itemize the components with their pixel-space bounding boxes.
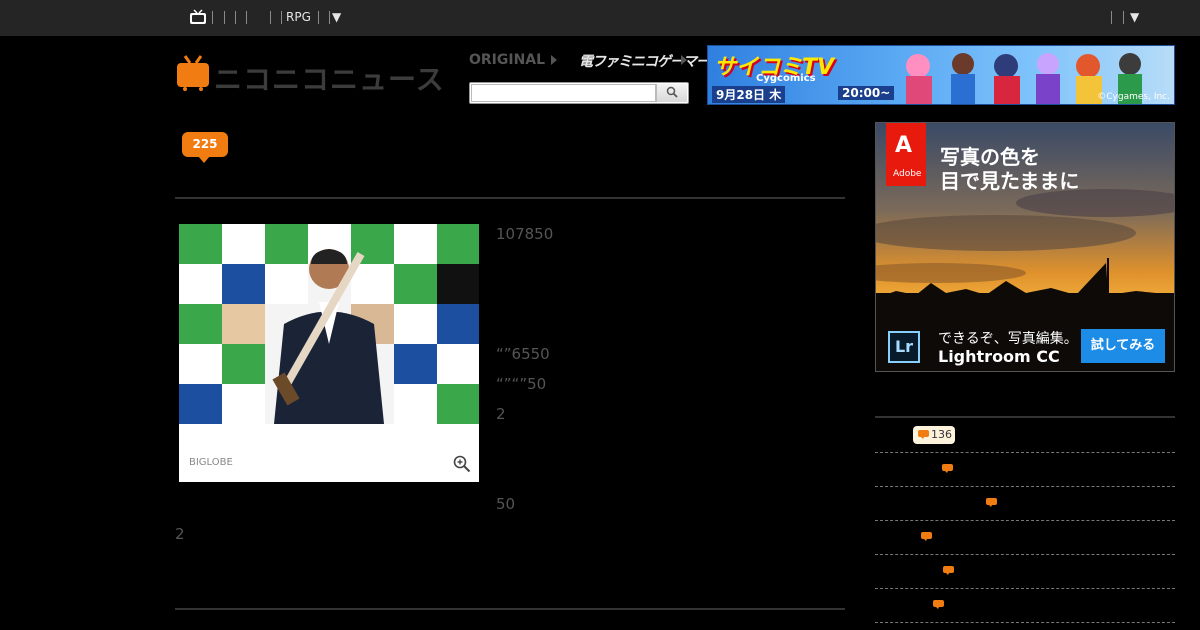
divider	[175, 197, 845, 199]
user-menu-dropdown[interactable]: ▼	[1130, 10, 1139, 24]
search-icon	[666, 86, 678, 98]
banner-time: 20:00~	[838, 86, 895, 100]
chevron-right-icon	[551, 55, 557, 65]
menu-divider	[1111, 11, 1112, 24]
menu-divider	[212, 11, 213, 24]
site-title: ニコニコニュース	[214, 63, 445, 96]
comment-bubble-icon	[918, 430, 929, 439]
search-button[interactable]	[656, 84, 687, 102]
ad-headline: 目で見たままに	[940, 169, 1080, 193]
banner-date: 9月28日 木	[712, 86, 786, 103]
ad-product-name: Lightroom CC	[938, 347, 1060, 366]
article-text-line: “”“”50	[496, 375, 547, 393]
try-it-button[interactable]: 試してみる	[1081, 329, 1165, 363]
menu-divider	[281, 11, 282, 24]
comment-bubble-icon[interactable]	[933, 600, 944, 609]
comment-count-badge[interactable]: 225	[182, 132, 228, 163]
comment-count-chip[interactable]: 136	[913, 426, 955, 444]
banner-subtitle: Cygcomics	[756, 73, 816, 84]
list-divider	[875, 520, 1175, 521]
niconico-news-logo[interactable]: ニコニコニュース	[176, 55, 444, 96]
list-divider	[875, 622, 1175, 623]
ad-tagline: できるぞ、写真編集。	[938, 331, 1078, 347]
niconico-tv-icon[interactable]	[189, 9, 207, 25]
zoom-in-icon[interactable]	[453, 455, 471, 473]
photo-credit: BIGLOBE	[189, 457, 233, 468]
list-divider	[875, 486, 1175, 487]
list-divider	[875, 452, 1175, 453]
nav-link-original[interactable]: ORIGINAL	[469, 52, 545, 68]
divider	[875, 416, 1175, 418]
menu-divider	[270, 11, 271, 24]
article-text-line: 2	[496, 405, 506, 423]
adobe-logo: A Adobe	[886, 123, 926, 186]
nav-link-denfamico-gamer[interactable]: 電ファミニコゲーマー	[579, 51, 710, 71]
comment-bubble-icon[interactable]	[943, 566, 954, 575]
menu-divider	[329, 11, 330, 24]
saikomi-tv-banner[interactable]: サイコミTV Cygcomics 9月28日 木 20:00~ ©Cygames…	[707, 45, 1175, 105]
list-divider	[875, 588, 1175, 589]
top-navigation-bar: RPG ▼ ▼	[0, 0, 1200, 36]
menu-divider	[224, 11, 225, 24]
lightroom-icon: Lr	[888, 331, 920, 363]
comment-bubble-icon[interactable]	[921, 532, 932, 541]
list-divider	[875, 554, 1175, 555]
divider	[175, 608, 845, 610]
article-photo	[179, 224, 479, 424]
menu-divider	[1123, 11, 1124, 24]
comment-bubble-icon[interactable]	[942, 464, 953, 473]
article-text-line: “”6550	[496, 345, 550, 363]
niconico-tv-icon	[177, 55, 209, 91]
article-text-line: 2	[175, 525, 185, 543]
article-photo-card[interactable]: BIGLOBE	[179, 224, 479, 482]
menu-divider	[318, 11, 319, 24]
search-form	[469, 82, 689, 104]
menu-divider	[246, 11, 247, 24]
adobe-lightroom-ad[interactable]: A Adobe 写真の色を 目で見たままに Lr できるぞ、写真編集。 Ligh…	[875, 122, 1175, 372]
more-menu-dropdown[interactable]: ▼	[332, 10, 341, 24]
banner-copyright: ©Cygames, Inc.	[1097, 92, 1170, 102]
menu-divider	[235, 11, 236, 24]
article-text-line: 107850	[496, 225, 554, 243]
search-input[interactable]	[471, 84, 656, 102]
menu-item-rpg[interactable]: RPG	[286, 10, 311, 24]
article-text-line: 50	[496, 495, 516, 513]
comment-bubble-icon[interactable]	[986, 498, 997, 507]
chevron-right-icon	[681, 55, 687, 65]
